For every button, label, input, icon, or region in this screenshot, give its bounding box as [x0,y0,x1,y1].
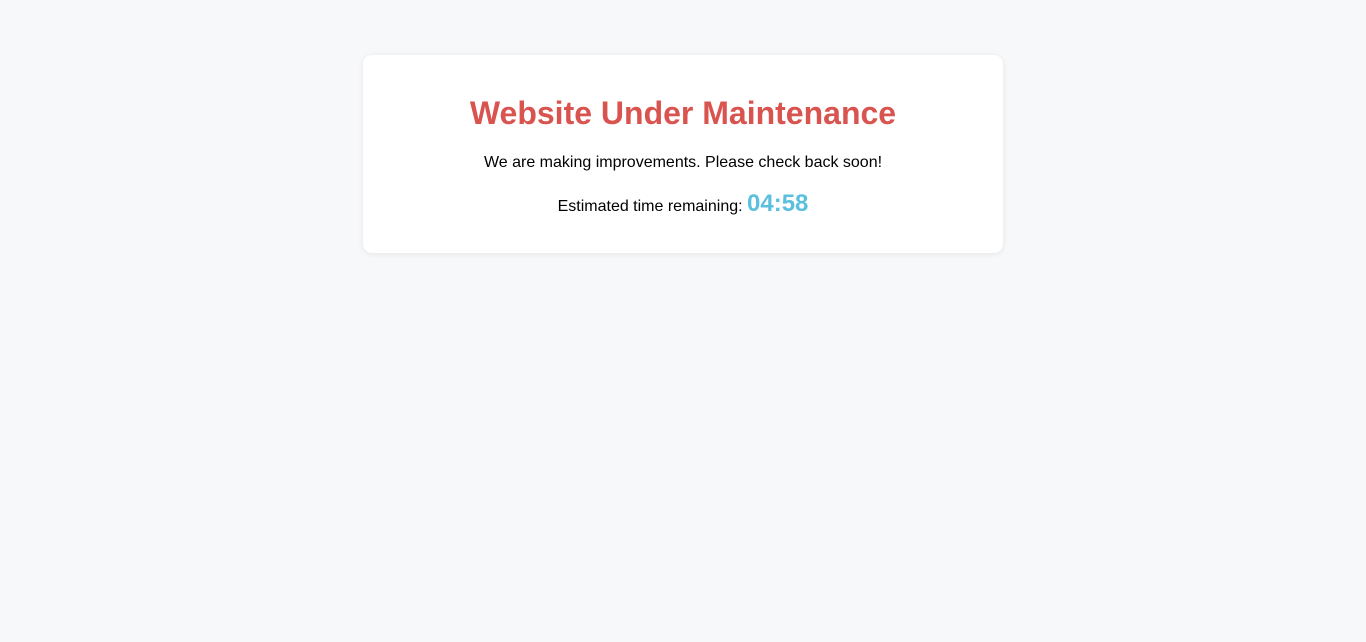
maintenance-card: Website Under Maintenance We are making … [363,55,1003,253]
countdown-timer: 04:58 [747,190,809,217]
maintenance-message: We are making improvements. Please check… [483,154,883,171]
countdown-line: Estimated time remaining: 04:58 [363,191,1003,220]
countdown-label: Estimated time remaining: [557,198,743,215]
page-title: Website Under Maintenance [469,95,897,131]
